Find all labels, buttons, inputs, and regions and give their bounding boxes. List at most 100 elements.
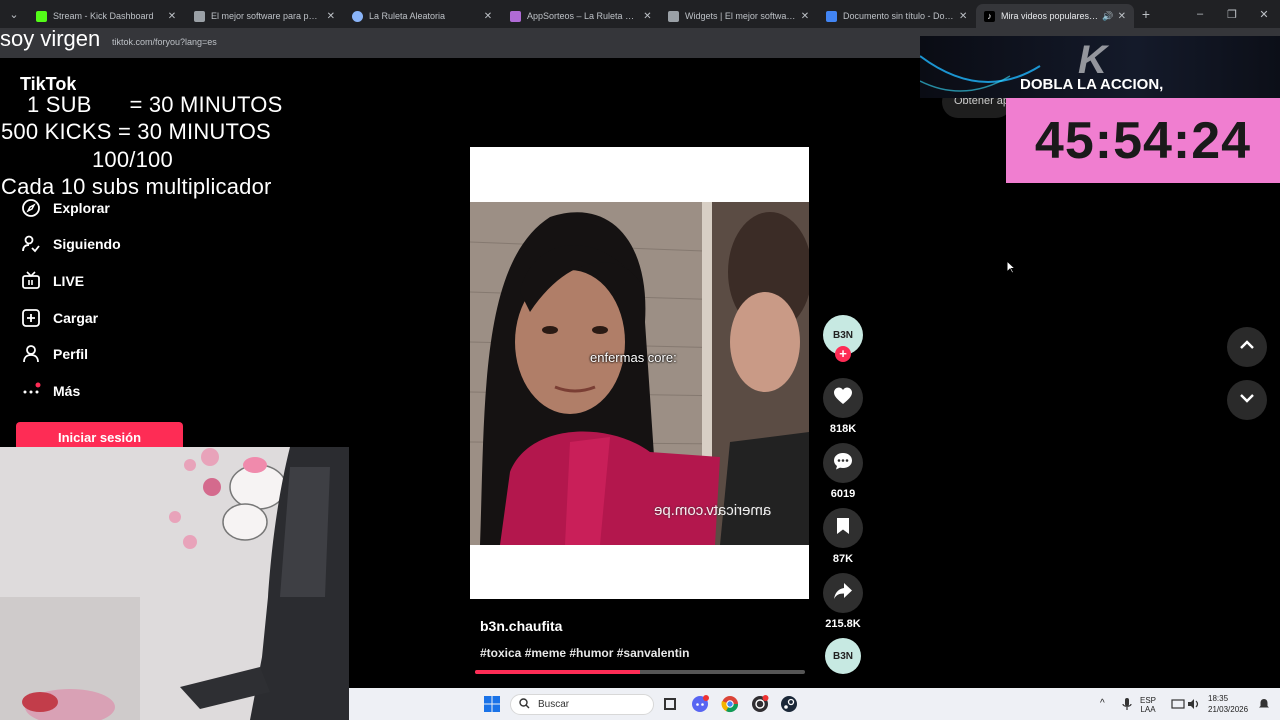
microphone-icon[interactable] <box>1117 694 1137 714</box>
like-count: 818K <box>829 423 857 435</box>
share-button[interactable] <box>823 573 863 613</box>
video-progress-bar[interactable] <box>475 670 805 674</box>
save-count: 87K <box>832 553 854 565</box>
sidebar-item-label: Perfil <box>53 346 89 362</box>
tab-title: Widgets | El mejor software para <box>685 11 796 21</box>
overlay-kicks-rule: 500 KICKS = 30 MINUTOS <box>1 119 271 144</box>
clock-time[interactable]: 18:35 <box>1208 694 1228 703</box>
sidebar-item-siguiendo[interactable]: Siguiendo <box>20 232 121 256</box>
sidebar-item-live[interactable]: LIVE <box>20 269 84 293</box>
screen: ⌄ Stream - Kick Dashboard ✕ El mejor sof… <box>0 0 1280 720</box>
tab-tiktok[interactable]: ♪ Mira videos populares seleccionados 🔊 … <box>976 4 1134 28</box>
windows-start-icon[interactable] <box>482 694 502 714</box>
chrome-icon[interactable] <box>720 694 740 714</box>
widgets-favicon-icon <box>668 10 679 22</box>
tab-kick-dashboard[interactable]: Stream - Kick Dashboard ✕ <box>28 4 186 28</box>
discord-icon[interactable] <box>690 694 710 714</box>
tray-expand-icon[interactable]: ^ <box>1100 699 1105 709</box>
search-label: Buscar <box>538 699 570 710</box>
minimize-button[interactable]: – <box>1184 0 1216 28</box>
comment-button[interactable] <box>823 443 863 483</box>
mouse-cursor-icon <box>1006 259 1017 279</box>
new-tab-button[interactable]: + <box>1134 6 1158 22</box>
video-caption-overlay: enfermas core: <box>590 350 677 365</box>
tab-close-icon[interactable]: ✕ <box>643 11 652 22</box>
live-tv-icon <box>20 270 42 292</box>
compass-icon <box>20 197 42 219</box>
close-window-button[interactable]: ✕ <box>1248 0 1280 28</box>
tab-widgets[interactable]: Widgets | El mejor software para ✕ <box>660 4 818 28</box>
overlay-sub-rule: 1 SUB = 30 MINUTOS <box>27 92 283 117</box>
window-controls: – ❐ ✕ <box>1184 0 1280 28</box>
sidebar-item-label: LIVE <box>53 273 85 289</box>
previous-video-button[interactable] <box>1227 327 1267 367</box>
tab-title: AppSorteos – La Ruleta de la Suerte <box>527 11 639 21</box>
share-count: 215.8K <box>825 618 861 630</box>
webcam-feed <box>0 447 349 720</box>
chevron-up-icon <box>1238 336 1256 359</box>
tab-close-icon[interactable]: ✕ <box>1118 11 1126 22</box>
volume-icon[interactable] <box>1184 694 1204 714</box>
video-scene <box>470 202 809 545</box>
tab-appsorteos[interactable]: AppSorteos – La Ruleta de la Suerte ✕ <box>502 4 660 28</box>
tab-title: Mira videos populares seleccionados <box>1001 11 1100 21</box>
more-dots-icon <box>20 380 42 402</box>
ruleta-favicon-icon <box>352 10 363 22</box>
sidebar-item-label: Cargar <box>53 310 99 326</box>
user-follow-icon <box>20 233 42 255</box>
video-frame[interactable]: enfermas core: americatv.com.pe <box>470 202 809 545</box>
overlay-title: soy virgen <box>0 26 101 51</box>
sidebar-item-label: Siguiendo <box>53 236 121 252</box>
tab-close-icon[interactable]: ✕ <box>958 11 968 22</box>
maximize-button[interactable]: ❐ <box>1216 0 1248 28</box>
sidebar-item-label: Explorar <box>53 200 110 216</box>
tab-title: Documento sin título - Documentos <box>843 11 955 21</box>
tab-title: El mejor software para potenciar <box>211 11 322 21</box>
tab-software[interactable]: El mejor software para potenciar ✕ <box>186 4 344 28</box>
sound-disc-avatar[interactable]: B3N <box>825 638 861 674</box>
task-view-icon[interactable] <box>660 694 680 714</box>
sidebar-item-explorar[interactable]: Explorar <box>20 196 110 220</box>
tab-close-icon[interactable]: ✕ <box>482 11 494 22</box>
tab-search-dropdown-icon[interactable]: ⌄ <box>0 0 28 28</box>
video-player[interactable]: enfermas core: americatv.com.pe <box>470 147 809 599</box>
video-progress-fill <box>475 670 640 674</box>
save-button[interactable] <box>823 508 863 548</box>
obs-icon[interactable] <box>750 694 770 714</box>
kick-banner-text: DOBLA LA ACCION, <box>1020 76 1164 93</box>
browser-tab-bar: ⌄ Stream - Kick Dashboard ✕ El mejor sof… <box>0 0 1280 28</box>
follow-button[interactable]: + <box>835 346 851 362</box>
timer-value: 45:54:24 <box>1034 111 1252 170</box>
tiktok-favicon-icon: ♪ <box>984 10 995 22</box>
speaker-icon[interactable]: 🔊 <box>1102 11 1113 22</box>
tab-google-docs[interactable]: Documento sin título - Documentos ✕ <box>818 4 976 28</box>
steam-icon[interactable] <box>779 694 799 714</box>
video-author[interactable]: b3n.chaufita <box>480 618 562 634</box>
tab-title: Stream - Kick Dashboard <box>53 11 154 21</box>
next-video-button[interactable] <box>1227 380 1267 420</box>
tiktok-logo[interactable]: TikTok <box>20 74 76 92</box>
tab-close-icon[interactable]: ✕ <box>166 11 178 22</box>
heart-icon <box>833 386 853 411</box>
tab-close-icon[interactable]: ✕ <box>800 11 810 22</box>
chevron-down-icon <box>1238 389 1256 412</box>
tab-title: La Ruleta Aleatoria <box>369 11 446 21</box>
person-icon <box>20 343 42 365</box>
clock-date[interactable]: 21/03/2026 <box>1208 705 1248 714</box>
like-button[interactable] <box>823 378 863 418</box>
share-arrow-icon <box>833 581 853 606</box>
keyboard-language[interactable]: ESP LAA <box>1140 696 1156 714</box>
sidebar-item-perfil[interactable]: Perfil <box>20 342 88 366</box>
tab-close-icon[interactable]: ✕ <box>326 11 336 22</box>
bookmark-icon <box>834 517 852 540</box>
notification-icon[interactable] <box>1254 694 1274 714</box>
sidebar-item-cargar[interactable]: Cargar <box>20 306 98 330</box>
sidebar-item-mas[interactable]: Más <box>20 379 80 403</box>
appsorteos-favicon-icon <box>510 10 521 22</box>
tab-ruleta[interactable]: La Ruleta Aleatoria ✕ <box>344 4 502 28</box>
taskbar-search[interactable]: Buscar <box>510 694 654 715</box>
url-field[interactable]: tiktok.com/foryou?lang=es <box>112 37 217 47</box>
search-icon <box>519 697 530 712</box>
sidebar-item-label: Más <box>53 383 81 399</box>
video-hashtags[interactable]: #toxica #meme #humor #sanvalentin <box>480 646 689 660</box>
